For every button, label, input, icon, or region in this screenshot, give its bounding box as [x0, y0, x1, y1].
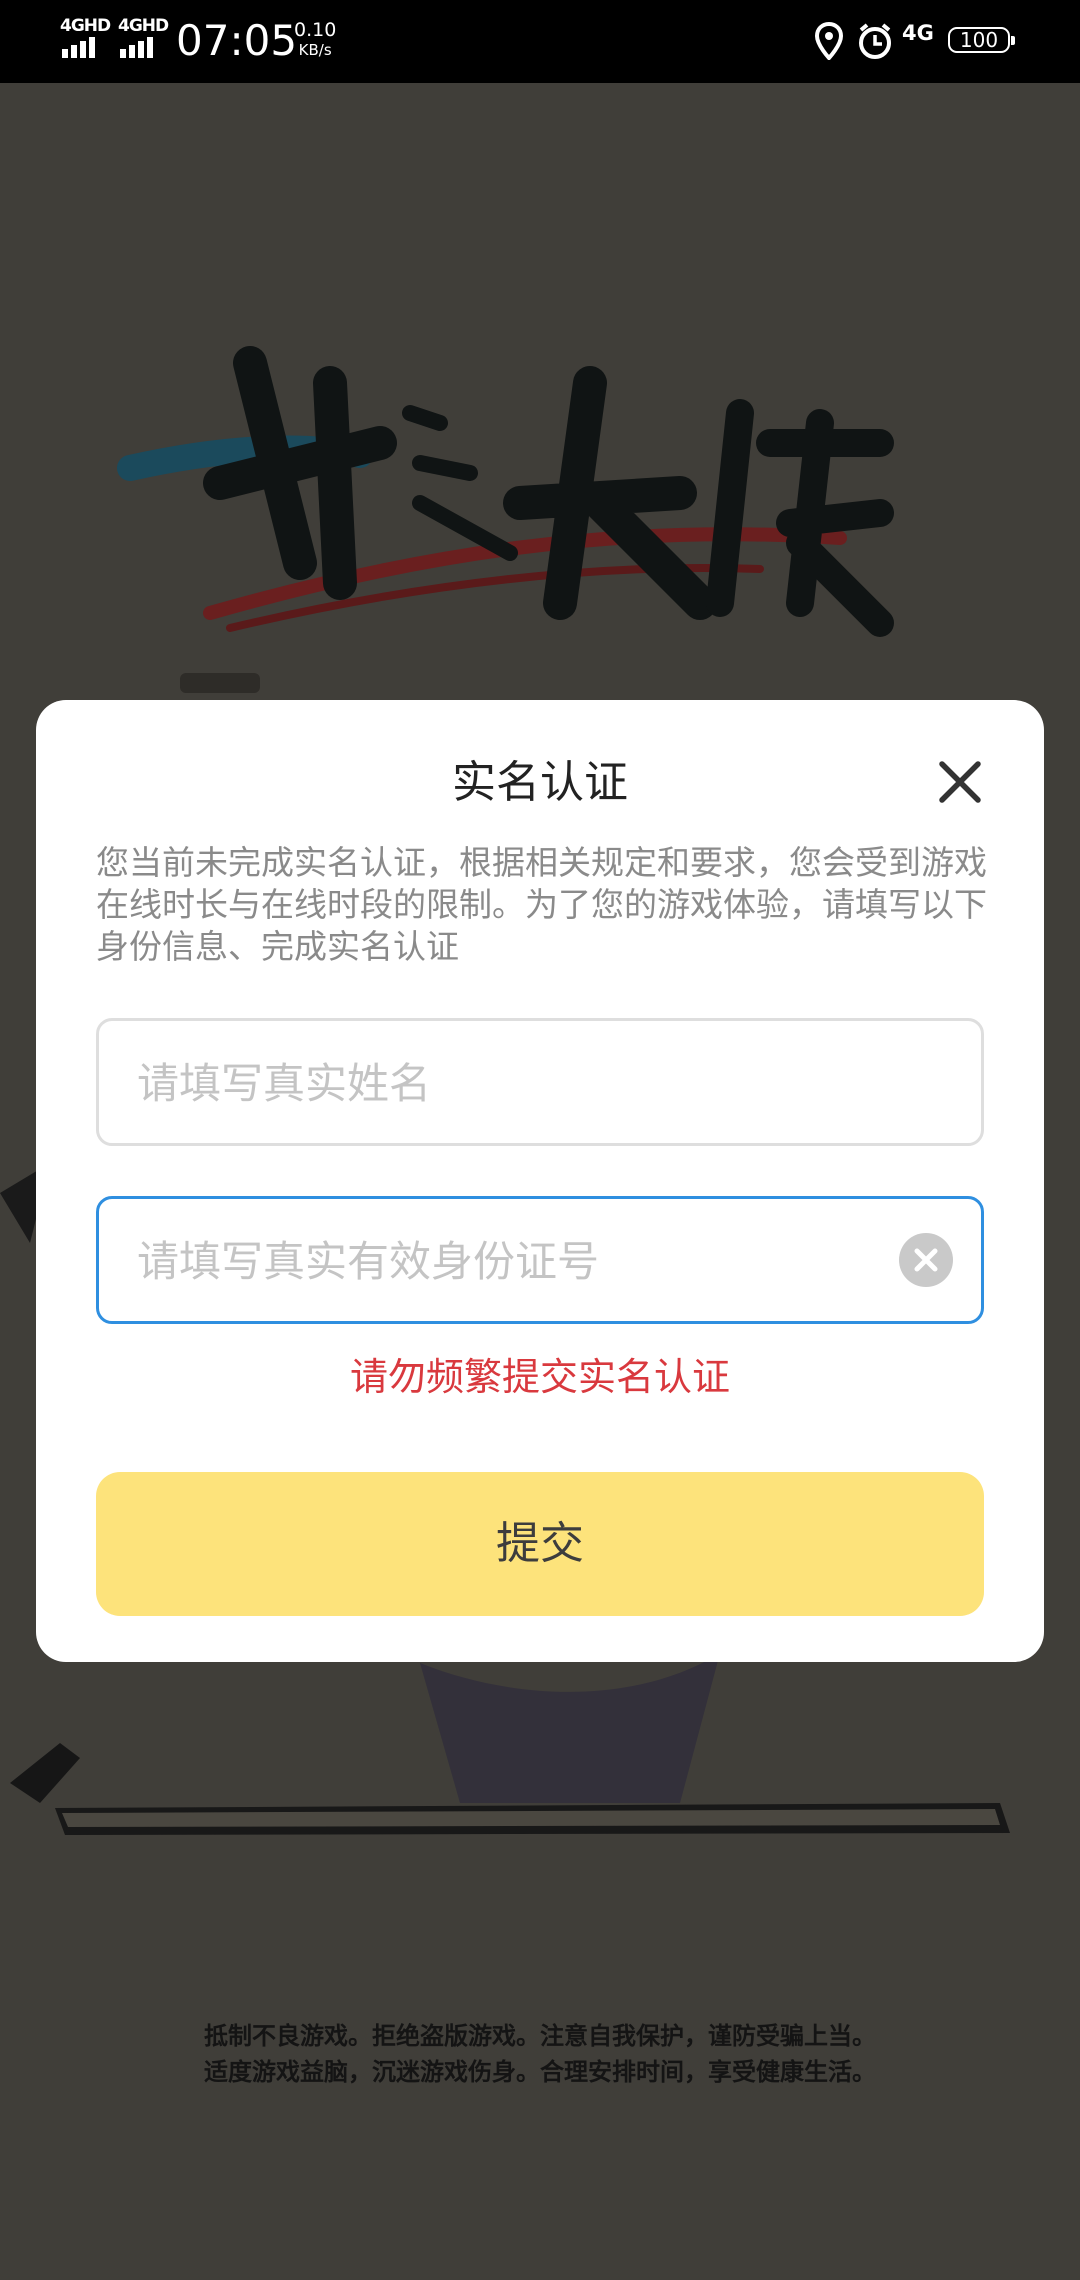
health-advisory-line: 适度游戏益脑，沉迷游戏伤身。合理安排时间，享受健康生活。 — [204, 2057, 876, 2086]
submit-button[interactable]: 提交 — [96, 1472, 984, 1616]
location-icon — [814, 22, 844, 60]
speed-unit: KB/s — [298, 41, 332, 59]
clock: 07:05 — [176, 16, 298, 65]
signal-icon: 4GHD — [60, 16, 111, 58]
dialog-title: 实名认证 — [452, 757, 628, 808]
close-button[interactable] — [934, 756, 986, 808]
battery-level: 100 — [959, 28, 999, 52]
name-field[interactable] — [96, 1018, 984, 1146]
id-number-field[interactable] — [96, 1196, 984, 1324]
real-name-verification-dialog: 实名认证 您当前未完成实名认证，根据相关规定和要求，您会受到游戏在线时长与在线时… — [36, 700, 1044, 1662]
alarm-icon — [859, 23, 891, 59]
clear-icon — [914, 1248, 938, 1272]
signal-icon: 4GHD — [118, 16, 169, 58]
speed-value: 0.10 — [294, 19, 337, 41]
dialog-description: 您当前未完成实名认证，根据相关规定和要求，您会受到游戏在线时长与在线时段的限制。… — [96, 843, 987, 966]
status-bar: 4GHD 4GHD 07:05 0.10 KB/s 4G 100 — [0, 0, 1080, 83]
id-number-input[interactable] — [135, 1199, 899, 1323]
health-advisory: 抵制不良游戏。拒绝盗版游戏。注意自我保护，谨防受骗上当。 适度游戏益脑，沉迷游戏… — [0, 2018, 1080, 2090]
data-type-label: 4G — [902, 21, 934, 45]
network-type-label: 4GHD — [60, 16, 111, 36]
health-advisory-line: 抵制不良游戏。拒绝盗版游戏。注意自我保护，谨防受骗上当。 — [204, 2021, 876, 2050]
network-type-label: 4GHD — [118, 16, 169, 36]
real-name-input[interactable] — [135, 1021, 899, 1145]
error-message: 请勿频繁提交实名认证 — [349, 1355, 730, 1399]
close-icon — [939, 761, 981, 803]
network-speed: 0.10 KB/s — [294, 20, 336, 60]
clear-input-button[interactable] — [899, 1233, 953, 1287]
battery-icon: 100 — [948, 27, 1015, 53]
